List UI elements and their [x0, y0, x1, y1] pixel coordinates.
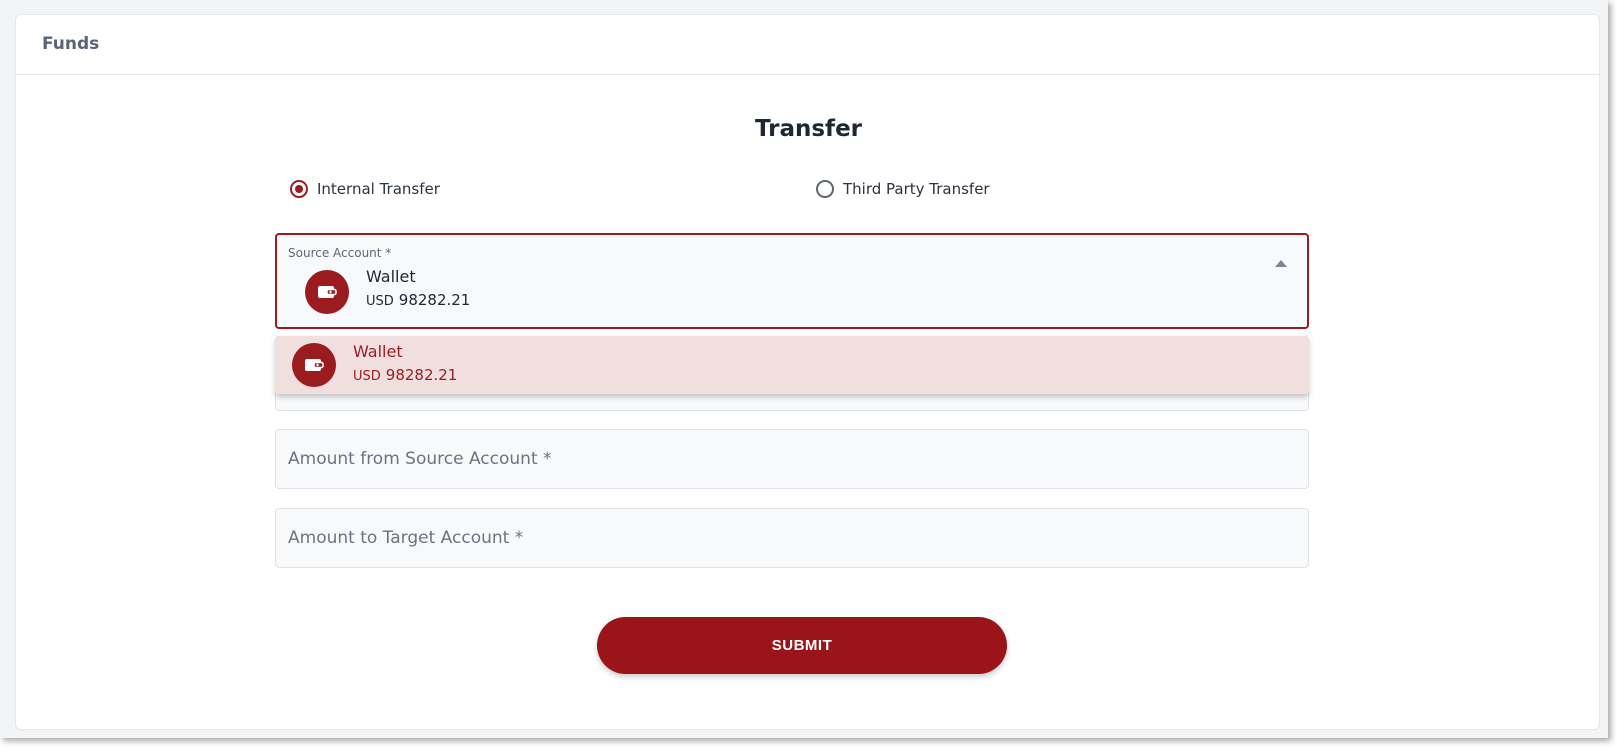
- amount-source-input[interactable]: Amount from Source Account *: [275, 429, 1309, 489]
- source-account-label: Source Account *: [288, 246, 392, 260]
- amount-source-placeholder: Amount from Source Account *: [288, 449, 552, 469]
- radio-label-internal: Internal Transfer: [317, 180, 440, 198]
- selected-account-currency: USD: [366, 294, 394, 309]
- radio-internal-transfer[interactable]: Internal Transfer: [290, 180, 440, 198]
- page-title: Funds: [42, 34, 100, 54]
- chevron-up-icon[interactable]: [1275, 260, 1287, 267]
- selected-account-balance: USD 98282.21: [366, 291, 470, 309]
- amount-target-placeholder: Amount to Target Account *: [288, 528, 524, 548]
- wallet-icon: [292, 343, 336, 387]
- option-account-amount: 98282.21: [385, 366, 458, 384]
- amount-target-input[interactable]: Amount to Target Account *: [275, 508, 1309, 568]
- radio-third-party-transfer[interactable]: Third Party Transfer: [816, 180, 990, 198]
- option-account-currency: USD: [353, 369, 381, 384]
- submit-button[interactable]: SUBMIT: [597, 617, 1007, 674]
- form-title: Transfer: [754, 116, 863, 142]
- selected-account-name: Wallet: [366, 267, 416, 286]
- wallet-icon: [305, 270, 349, 314]
- option-account-balance: USD 98282.21: [353, 366, 457, 384]
- card-header: Funds: [16, 15, 1599, 75]
- option-account-name: Wallet: [353, 342, 403, 361]
- radio-label-third-party: Third Party Transfer: [843, 180, 990, 198]
- dropdown-option-wallet[interactable]: Wallet USD 98282.21: [275, 336, 1309, 394]
- source-account-select[interactable]: Source Account * Wallet USD 98282.21: [275, 233, 1309, 329]
- radio-unchecked-icon: [816, 180, 834, 198]
- selected-account-amount: 98282.21: [398, 291, 471, 309]
- radio-checked-icon: [290, 180, 308, 198]
